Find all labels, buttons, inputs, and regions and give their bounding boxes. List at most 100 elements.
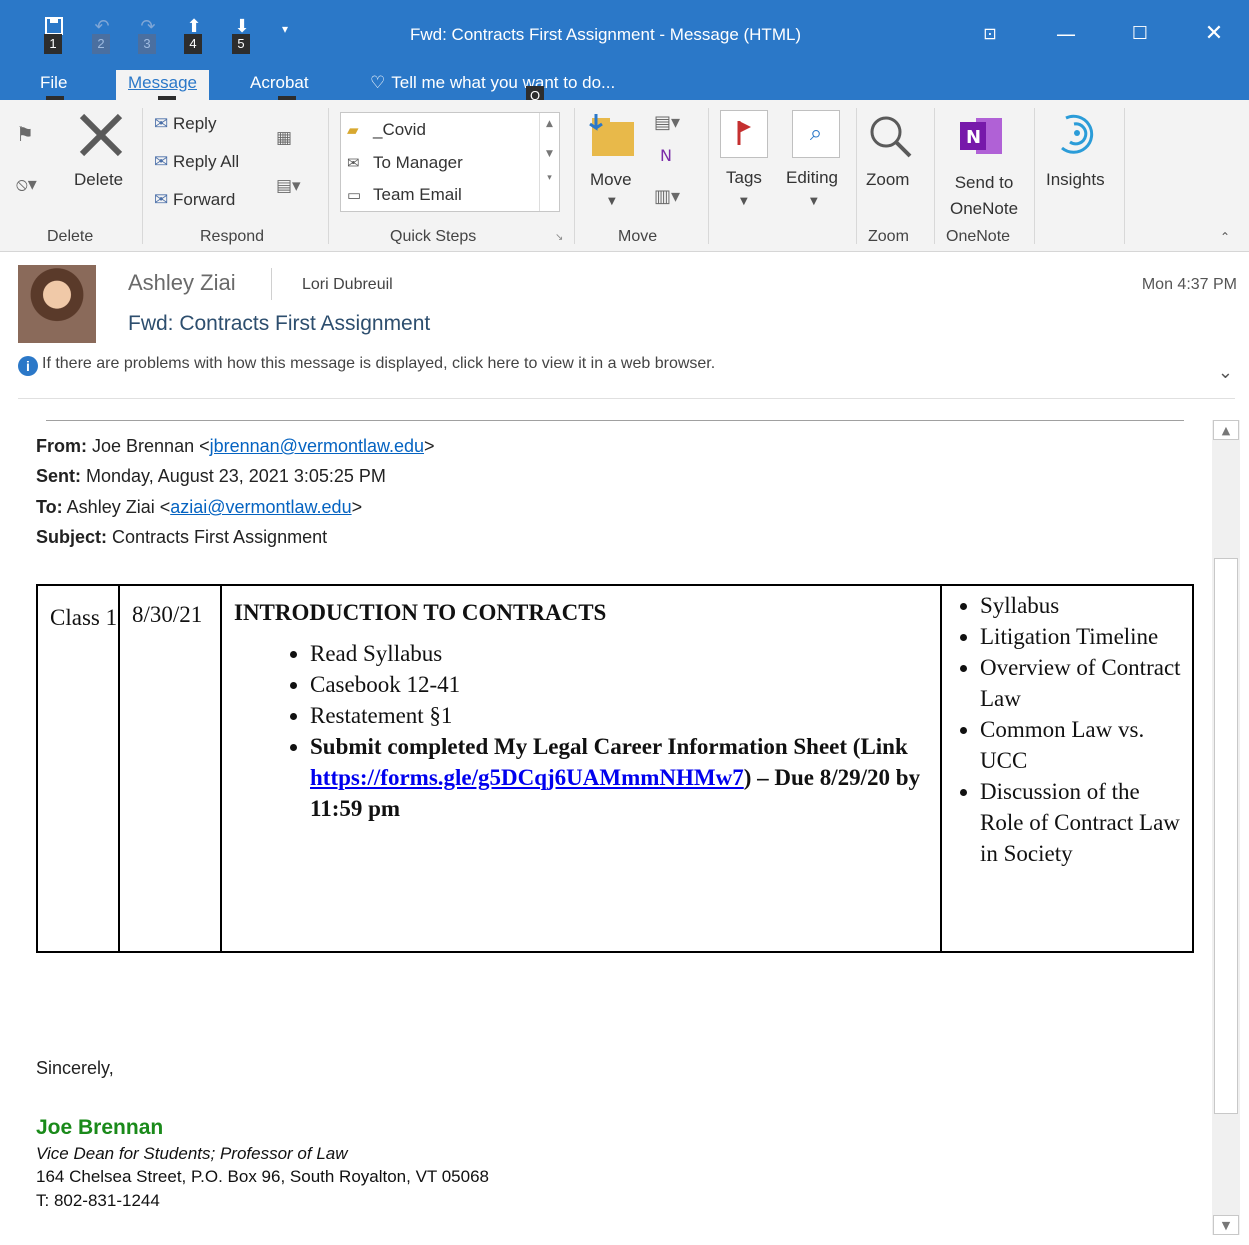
qat-down[interactable]: ⬇ 5 [230,10,254,60]
info-icon: i [18,356,38,376]
list-item: Restatement §1 [310,700,924,731]
email-icon: ▭ [347,187,362,204]
move-folder-icon [588,112,638,160]
quick-step-label: Team Email [373,185,462,204]
lightbulb-icon: ♡ [370,73,386,92]
list-item: Litigation Timeline [980,621,1182,652]
message-time: Mon 4:37 PM [1141,276,1237,293]
to-label: To: [36,497,63,517]
meeting-icon[interactable]: ▦ [276,128,292,148]
message-subject: Fwd: Contracts First Assignment [128,312,431,335]
topics-list: Syllabus Litigation Timeline Overview of… [942,590,1182,869]
editing-button[interactable]: Editing [786,168,838,188]
qat-save[interactable]: 1 [42,10,66,60]
tab-label: File [40,73,68,92]
quick-step-to-manager[interactable]: ✉ To Manager [347,148,463,178]
vertical-scrollbar[interactable]: ▲ ▼ [1212,420,1240,1235]
group-label-respond: Respond [200,228,265,245]
minimize-icon[interactable]: — [1046,14,1086,54]
list-item: Syllabus [980,590,1182,621]
schedule-table: Class 1 8/30/21 INTRODUCTION TO CONTRACT… [36,584,1194,953]
send-to-onenote-button[interactable]: Send to OneNote [950,170,1018,222]
more-icon[interactable]: ▾ [540,173,559,183]
ribbon-display-icon[interactable]: ⊡ [970,14,1010,54]
reply-button[interactable]: ✉ Reply [154,114,216,134]
from-email-link[interactable]: jbrennan@vermontlaw.edu [210,436,424,456]
submit-text: Submit completed My Legal Career Informa… [310,734,908,759]
forward-button[interactable]: ✉ Forward [154,190,235,210]
close-icon[interactable]: ✕ [1194,14,1234,54]
tab-acrobat[interactable]: Acrobat B [238,70,321,116]
insights-button[interactable]: Insights [1046,170,1105,190]
tab-label: Message [128,73,197,92]
search-icon: ⌕ [792,110,840,158]
group-separator [1124,108,1125,244]
quick-step-team-email[interactable]: ▭ Team Email [347,180,462,210]
group-separator [328,108,329,244]
junk-icon[interactable]: ⦸▾ [16,174,37,195]
customize-qat-icon[interactable]: ▾ [282,22,288,36]
collapse-ribbon-icon[interactable]: ⌃ [1220,230,1230,244]
sender-name[interactable]: Ashley Ziai [128,270,236,296]
form-link[interactable]: https://forms.gle/g5DCqj6UAMmmNHMw7 [310,765,744,790]
sent-value: Monday, August 23, 2021 3:05:25 PM [86,466,386,486]
info-text: If there are problems with how this mess… [42,355,716,372]
mail-arrow-icon: ✉ [347,155,360,172]
keytip: 5 [232,34,250,54]
keytip: 4 [184,34,202,54]
scroll-thumb[interactable] [1214,558,1238,1114]
divider [18,398,1235,399]
quick-steps-scroll[interactable]: ▲ ▼ ▾ [539,113,559,211]
keytip: 2 [92,34,110,54]
signature-name: Joe Brennan [36,1116,164,1139]
info-bar[interactable]: i If there are problems with how this mes… [18,355,715,376]
scroll-up-icon[interactable]: ▲ [540,119,559,129]
recipient-name[interactable]: Lori Dubreuil [302,276,393,294]
delete-button[interactable]: Delete [74,170,123,190]
move-button[interactable]: Move [590,170,632,190]
more-respond-icon[interactable]: ▤▾ [276,176,301,196]
forward-subject: Subject: Contracts First Assignment [36,527,327,548]
onenote-small-icon[interactable]: N [660,146,672,165]
tab-file[interactable]: File F [28,70,79,116]
tab-message[interactable]: Message H [116,70,209,116]
forward-to: To: Ashley Ziai <aziai@vermontlaw.edu> [36,497,362,518]
dropdown-icon[interactable]: ▼ [810,196,818,207]
topics-cell: Syllabus Litigation Timeline Overview of… [940,584,1194,953]
group-separator [934,108,935,244]
qat-up[interactable]: ⬆ 4 [182,10,206,60]
reply-all-icon: ✉ [154,152,169,171]
scroll-up-icon[interactable]: ▲ [1213,420,1239,440]
quick-step-covid[interactable]: ▰ _Covid [347,115,426,145]
tell-me-search[interactable]: ♡ Tell me what you want to do... Q [370,70,615,106]
forward-label: Forward [172,190,236,209]
ignore-icon[interactable]: ⚑ [16,122,34,146]
scroll-down-icon[interactable]: ▼ [1213,1215,1239,1235]
dialog-launcher-icon[interactable]: ↘ [555,232,563,243]
scroll-down-icon[interactable]: ▼ [540,149,559,159]
to-email-link[interactable]: aziai@vermontlaw.edu [170,497,351,517]
tags-button[interactable]: Tags [726,168,762,188]
chevron-down-icon[interactable]: ⌄ [1218,362,1233,383]
maximize-icon[interactable]: ☐ [1120,14,1160,54]
zoom-button[interactable]: Zoom [866,170,909,190]
group-separator [1034,108,1035,244]
actions-icon[interactable]: ▥▾ [654,186,680,207]
zoom-icon [866,112,916,162]
qat-undo[interactable]: ↶ 2 [90,10,114,60]
subject-value: Contracts First Assignment [112,527,328,547]
rules-icon[interactable]: ▤▾ [654,112,680,133]
ribbon: ⚑ ⦸▾ Delete Delete ✉ Reply ✉ Reply All ✉… [0,100,1249,252]
section-heading: INTRODUCTION TO CONTRACTS [234,600,607,625]
onenote-icon: N [958,114,1006,158]
dropdown-icon[interactable]: ▼ [740,196,748,207]
ribbon-tabs: File F Message H Acrobat B ♡ Tell me what… [0,70,1249,116]
onenote-label: OneNote [950,199,1019,218]
qat-redo[interactable]: ↷ 3 [136,10,160,60]
forward-from: From: Joe Brennan <jbrennan@vermontlaw.e… [36,436,435,457]
reply-all-button[interactable]: ✉ Reply All [154,152,239,172]
keytip: 3 [138,34,156,54]
dropdown-icon[interactable]: ▼ [608,196,616,207]
insights-icon [1052,110,1102,160]
divider [46,420,1184,421]
